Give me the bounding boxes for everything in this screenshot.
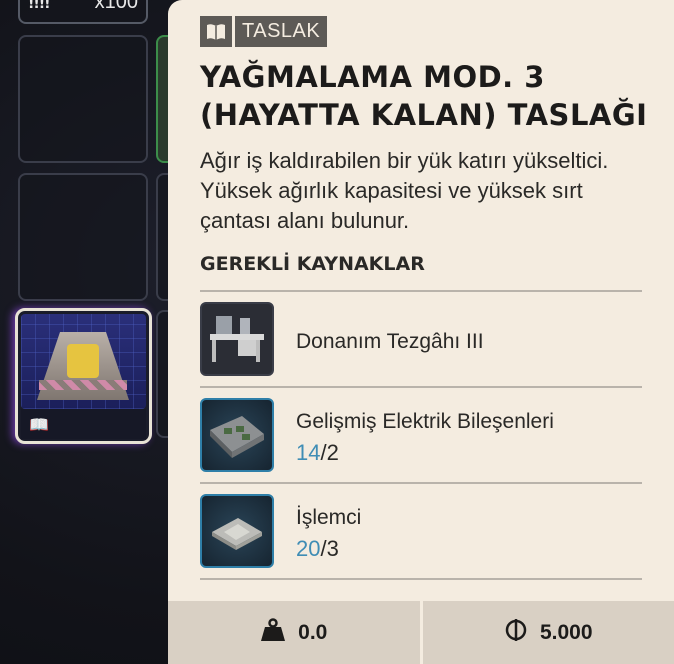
resource-have: 14 <box>296 440 321 465</box>
inventory-grid: !!!! x100 📖 <box>0 0 186 664</box>
price-value: 5.000 <box>539 620 593 644</box>
item-title: YAĞMALAMA MOD. 3 (HAYATTA KALAN) TASLAĞI <box>200 60 648 132</box>
blueprint-item-image <box>21 314 146 409</box>
weight-icon <box>260 617 286 648</box>
electric-components-icon <box>200 398 274 472</box>
weight-value: 0.0 <box>298 620 328 644</box>
inventory-slot-empty[interactable] <box>18 173 148 301</box>
processor-icon <box>200 494 274 568</box>
inventory-slot-ammo[interactable]: !!!! x100 <box>18 0 148 24</box>
resource-have: 20 <box>296 536 321 561</box>
crate-badge <box>67 344 99 378</box>
book-icon <box>200 16 232 47</box>
inventory-slot-empty[interactable] <box>18 35 148 163</box>
item-tooltip-panel: TASLAK YAĞMALAMA MOD. 3 (HAYATTA KALAN) … <box>168 0 674 664</box>
resource-count: 14/2 <box>296 440 339 466</box>
book-icon: 📖 <box>29 415 49 434</box>
crate-stripe <box>39 380 127 390</box>
ammo-icon: !!!! <box>28 0 51 12</box>
workbench-icon <box>200 302 274 376</box>
resource-count: 20/3 <box>296 536 339 562</box>
resource-row: İşlemci 20/3 <box>200 482 642 580</box>
item-type-tag: TASLAK <box>200 16 328 47</box>
resource-need: /2 <box>320 440 339 465</box>
required-resources-heading: GEREKLİ KAYNAKLAR <box>200 253 425 275</box>
resource-row: Gelişmiş Elektrik Bileşenleri 14/2 <box>200 386 642 484</box>
tag-label: TASLAK <box>235 16 328 47</box>
price-stat: 5.000 <box>419 601 674 664</box>
weight-stat: 0.0 <box>168 601 420 664</box>
resource-need: /3 <box>320 536 339 561</box>
resource-name: İşlemci <box>296 506 362 529</box>
slot-footer: 📖 <box>21 409 146 439</box>
slot-quantity: x100 <box>94 0 138 13</box>
inventory-slot-selected[interactable]: 📖 <box>15 308 152 444</box>
resource-name: Donanım Tezgâhı III <box>296 330 484 353</box>
item-description: Ağır iş kaldırabilen bir yük katırı yüks… <box>200 148 609 233</box>
resource-row: Donanım Tezgâhı III <box>200 290 642 388</box>
resource-name: Gelişmiş Elektrik Bileşenleri <box>296 410 554 433</box>
item-stats-footer: 0.0 5.000 <box>168 601 674 664</box>
coin-icon <box>504 618 528 648</box>
